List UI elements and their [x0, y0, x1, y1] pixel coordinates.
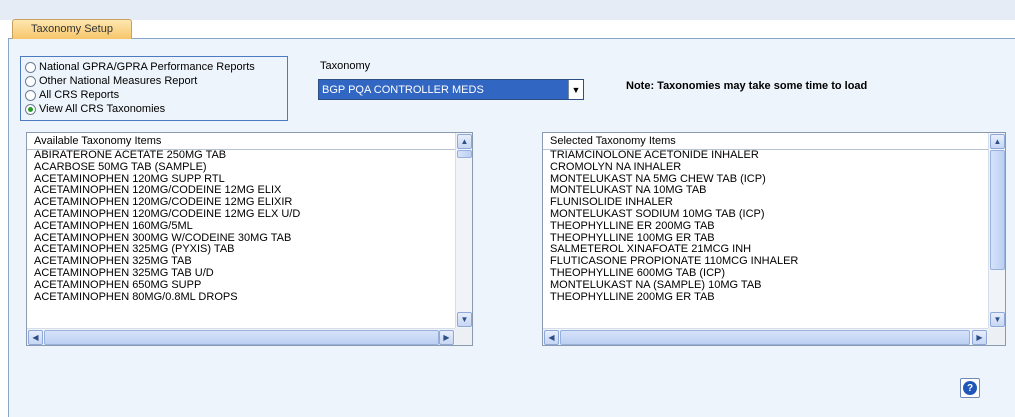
list-item[interactable]: FLUTICASONE PROPIONATE 110MCG INHALER: [543, 256, 988, 268]
list-item[interactable]: ACETAMINOPHEN 120MG SUPP RTL: [27, 174, 455, 186]
scroll-thumb[interactable]: [560, 330, 970, 345]
radio-label: National GPRA/GPRA Performance Reports: [39, 61, 255, 73]
list-item[interactable]: CROMOLYN NA INHALER: [543, 162, 988, 174]
list-item[interactable]: MONTELUKAST NA 10MG TAB: [543, 185, 988, 197]
up-arrow-icon[interactable]: ▲: [990, 134, 1005, 149]
right-arrow-icon[interactable]: ▶: [972, 330, 987, 345]
radio-label: All CRS Reports: [39, 89, 120, 101]
list-item[interactable]: ACETAMINOPHEN 650MG SUPP: [27, 280, 455, 292]
list-item[interactable]: THEOPHYLLINE 200MG ER TAB: [543, 292, 988, 304]
radio-button[interactable]: [25, 75, 36, 87]
list-item[interactable]: MONTELUKAST NA (SAMPLE) 10MG TAB: [543, 280, 988, 292]
radio-view-all-crs-taxonomies[interactable]: View All CRS Taxonomies: [25, 102, 287, 116]
list-item[interactable]: ACETAMINOPHEN 80MG/0.8ML DROPS: [27, 292, 455, 304]
scroll-corner: [988, 328, 1005, 345]
list-item[interactable]: TRIAMCINOLONE ACETONIDE INHALER: [543, 150, 988, 162]
scroll-corner: [455, 328, 472, 345]
scroll-thumb[interactable]: [44, 330, 439, 345]
list-item[interactable]: FLUNISOLIDE INHALER: [543, 197, 988, 209]
down-arrow-icon[interactable]: ▼: [990, 312, 1005, 327]
list-item[interactable]: THEOPHYLLINE 600MG TAB (ICP): [543, 268, 988, 280]
left-arrow-icon[interactable]: ◀: [544, 330, 559, 345]
selected-items: TRIAMCINOLONE ACETONIDE INHALER CROMOLYN…: [543, 150, 988, 303]
left-arrow-icon[interactable]: ◀: [28, 330, 43, 345]
radio-label: View All CRS Taxonomies: [39, 103, 166, 115]
list-item[interactable]: THEOPHYLLINE ER 200MG TAB: [543, 221, 988, 233]
radio-all-crs-reports[interactable]: All CRS Reports: [25, 88, 287, 102]
selected-list-header: Selected Taxonomy Items: [543, 133, 988, 150]
list-item[interactable]: SALMETEROL XINAFOATE 21MCG INH: [543, 244, 988, 256]
horizontal-scrollbar[interactable]: ◀ ▶: [543, 328, 988, 345]
dropdown-arrow-icon[interactable]: ▼: [568, 80, 583, 99]
list-item[interactable]: ACETAMINOPHEN 160MG/5ML: [27, 221, 455, 233]
radio-button-checked[interactable]: [25, 103, 36, 115]
scroll-thumb[interactable]: [457, 150, 472, 158]
help-button[interactable]: ?: [960, 378, 980, 398]
taxonomy-selected-value: BGP PQA CONTROLLER MEDS: [322, 83, 484, 96]
radio-button[interactable]: [25, 61, 36, 73]
list-item[interactable]: ACETAMINOPHEN 325MG TAB: [27, 256, 455, 268]
list-item[interactable]: MONTELUKAST SODIUM 10MG TAB (ICP): [543, 209, 988, 221]
selected-taxonomy-list[interactable]: Selected Taxonomy Items TRIAMCINOLONE AC…: [542, 132, 1006, 346]
vertical-scrollbar[interactable]: ▲ ▼: [988, 133, 1005, 328]
top-strip: [0, 0, 1015, 20]
radio-gpra-reports[interactable]: National GPRA/GPRA Performance Reports: [25, 60, 287, 74]
available-taxonomy-list[interactable]: Available Taxonomy Items ABIRATERONE ACE…: [26, 132, 473, 346]
horizontal-scrollbar[interactable]: ◀ ▶: [27, 328, 455, 345]
load-note: Note: Taxonomies may take some time to l…: [626, 80, 868, 92]
report-type-radio-group: National GPRA/GPRA Performance Reports O…: [20, 56, 288, 121]
list-item[interactable]: ACETAMINOPHEN 325MG TAB U/D: [27, 268, 455, 280]
scroll-thumb[interactable]: [990, 150, 1005, 270]
available-items: ABIRATERONE ACETATE 250MG TAB ACARBOSE 5…: [27, 150, 455, 303]
tab-taxonomy-setup[interactable]: Taxonomy Setup: [12, 19, 132, 39]
list-item[interactable]: ACETAMINOPHEN 120MG/CODEINE 12MG ELIX: [27, 185, 455, 197]
radio-other-national-measures[interactable]: Other National Measures Report: [25, 74, 287, 88]
taxonomy-dropdown[interactable]: BGP PQA CONTROLLER MEDS ▼: [318, 79, 584, 100]
list-item[interactable]: ACETAMINOPHEN 120MG/CODEINE 12MG ELIXIR: [27, 197, 455, 209]
list-item[interactable]: ABIRATERONE ACETATE 250MG TAB: [27, 150, 455, 162]
taxonomy-label: Taxonomy: [320, 60, 371, 72]
list-item[interactable]: ACETAMINOPHEN 325MG (PYXIS) TAB: [27, 244, 455, 256]
down-arrow-icon[interactable]: ▼: [457, 312, 472, 327]
help-icon: ?: [963, 381, 977, 395]
list-item[interactable]: THEOPHYLLINE 100MG ER TAB: [543, 233, 988, 245]
right-arrow-icon[interactable]: ▶: [439, 330, 454, 345]
list-item[interactable]: ACARBOSE 50MG TAB (SAMPLE): [27, 162, 455, 174]
vertical-scrollbar[interactable]: ▲ ▼: [455, 133, 472, 328]
up-arrow-icon[interactable]: ▲: [457, 134, 472, 149]
radio-label: Other National Measures Report: [39, 75, 198, 87]
radio-button[interactable]: [25, 89, 36, 101]
list-item[interactable]: ACETAMINOPHEN 120MG/CODEINE 12MG ELX U/D: [27, 209, 455, 221]
list-item[interactable]: ACETAMINOPHEN 300MG W/CODEINE 30MG TAB: [27, 233, 455, 245]
available-list-header: Available Taxonomy Items: [27, 133, 455, 150]
list-item[interactable]: MONTELUKAST NA 5MG CHEW TAB (ICP): [543, 174, 988, 186]
